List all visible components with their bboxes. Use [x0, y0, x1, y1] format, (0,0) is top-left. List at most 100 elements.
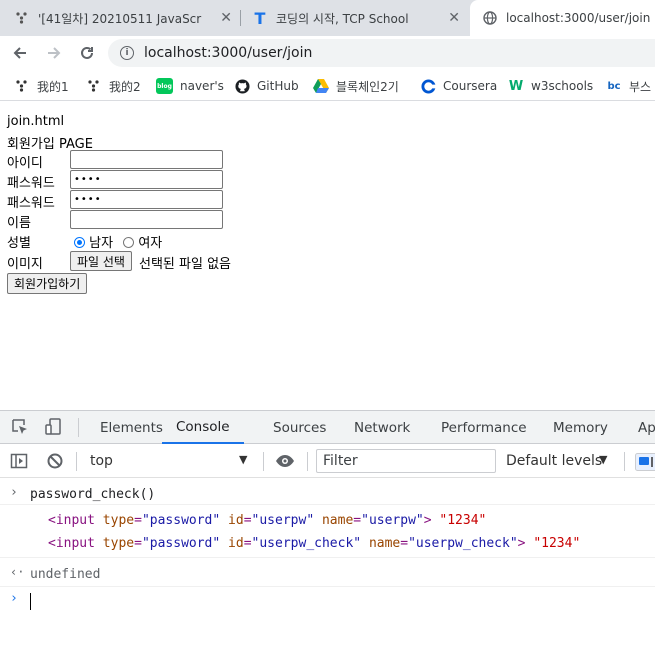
- tab-title: 코딩의 시작, TCP School: [276, 11, 409, 26]
- levels-dropdown-icon[interactable]: ▼: [599, 453, 607, 466]
- browser-tab-tcpschool[interactable]: T 코딩의 시작, TCP School ✕: [252, 0, 468, 36]
- devtools-tab-network[interactable]: Network: [354, 411, 410, 444]
- context-selector[interactable]: top: [90, 453, 113, 469]
- github-icon: [234, 78, 250, 94]
- clear-console-icon[interactable]: [45, 451, 65, 471]
- female-label: 여자: [138, 236, 163, 251]
- join-submit-button[interactable]: 회원가입하기: [7, 273, 88, 294]
- id-label: 아이디: [7, 156, 43, 171]
- w3schools-icon: W: [508, 78, 524, 94]
- bookmark-item[interactable]: 블록체인2기: [313, 76, 399, 96]
- console-filter-input[interactable]: Filter: [316, 449, 496, 473]
- issues-badge-icon[interactable]: [634, 452, 655, 472]
- devtools-tab-bar: Elements Console Sources Network Perform…: [0, 411, 655, 444]
- site-info-icon[interactable]: i: [120, 46, 134, 60]
- bookmark-label: Coursera: [443, 79, 498, 93]
- console-command: password_check(): [30, 487, 156, 502]
- back-arrow-icon[interactable]: [8, 41, 32, 65]
- userpw-check-input[interactable]: ••••: [70, 190, 223, 209]
- globe-icon: [482, 10, 498, 26]
- browser-toolbar: i localhost:3000/user/join: [0, 36, 655, 70]
- console-result: undefined: [30, 567, 101, 582]
- bookmarks-bar: 我的1 我的2 blog naver's GitHub 블록체인2기 Cours…: [0, 70, 655, 101]
- dots-icon: [86, 78, 102, 94]
- password-label: 패스워드: [7, 176, 55, 191]
- close-tab-icon[interactable]: ✕: [448, 10, 460, 26]
- coursera-icon: [420, 78, 436, 94]
- username-input[interactable]: [70, 210, 223, 229]
- naver-blog-icon: blog: [156, 78, 173, 94]
- forward-arrow-icon[interactable]: [42, 41, 66, 65]
- inspect-element-icon[interactable]: [10, 417, 30, 437]
- male-radio[interactable]: [74, 237, 85, 248]
- dots-icon: [14, 78, 30, 94]
- log-levels-dropdown[interactable]: Default levels: [506, 453, 602, 469]
- bookmark-item[interactable]: blog naver's: [156, 76, 224, 96]
- address-bar[interactable]: i localhost:3000/user/join: [108, 39, 655, 67]
- url-text: localhost:3000/user/join: [144, 45, 313, 61]
- chevron-right-icon: ›: [10, 485, 18, 500]
- bookmark-item[interactable]: Coursera: [420, 76, 497, 96]
- console-result-line: ‹· undefined: [0, 565, 655, 587]
- console-input-line: › password_check(): [0, 485, 655, 505]
- close-tab-icon[interactable]: ✕: [220, 10, 232, 26]
- gender-radio-group: 남자 여자: [74, 232, 162, 251]
- tab-title: localhost:3000/user/join: [506, 11, 651, 25]
- console-toolbar: top ▼ Filter Default levels ▼: [0, 445, 655, 478]
- bookmark-label: 부스: [629, 79, 652, 94]
- devtools-panel: Elements Console Sources Network Perform…: [0, 410, 655, 649]
- divider: [76, 452, 77, 471]
- userpw-input[interactable]: ••••: [70, 170, 223, 189]
- console-value: "1234": [439, 513, 487, 528]
- console-value: "1234": [533, 536, 581, 551]
- text-cursor: [30, 593, 31, 610]
- file-status-text: 선택된 파일 없음: [139, 257, 231, 272]
- reload-icon[interactable]: [75, 41, 99, 65]
- divider: [263, 452, 264, 471]
- google-drive-icon: [313, 78, 329, 94]
- male-label: 남자: [89, 236, 114, 251]
- return-arrow-icon: ‹·: [10, 565, 25, 579]
- divider: [78, 418, 79, 437]
- file-label: join.html: [7, 114, 65, 129]
- dots-favicon-icon: [14, 10, 30, 26]
- password-check-label: 패스워드: [7, 196, 55, 211]
- prompt-chevron-icon: ›: [10, 591, 18, 606]
- gender-label: 성별: [7, 236, 31, 251]
- bookmark-item[interactable]: GitHub: [234, 76, 299, 96]
- divider: [624, 452, 625, 471]
- bookmark-item[interactable]: bc 부스: [606, 76, 651, 96]
- devtools-tab-console[interactable]: Console: [162, 411, 244, 444]
- bookmark-item[interactable]: W w3schools: [508, 76, 593, 96]
- bookmark-item[interactable]: 我的2: [86, 76, 141, 96]
- bookmark-label: w3schools: [531, 79, 594, 93]
- context-dropdown-icon[interactable]: ▼: [239, 453, 247, 466]
- file-select-button[interactable]: 파일 선택: [70, 251, 132, 271]
- bookmark-label: 블록체인2기: [336, 79, 399, 94]
- name-label: 이름: [7, 216, 31, 231]
- devtools-tab-sources[interactable]: Sources: [273, 411, 326, 444]
- tab-strip: '[41일차] 20210511 JavaScript ✕ T 코딩의 시작, …: [0, 0, 655, 36]
- page-content: join.html 회원가입 PAGE 아이디 패스워드 •••• 패스워드 •…: [0, 102, 655, 410]
- devtools-tab-application[interactable]: Ap: [638, 411, 655, 444]
- device-toolbar-icon[interactable]: [43, 417, 63, 437]
- browser-tab-javascript[interactable]: '[41일차] 20210511 JavaScript ✕: [14, 0, 240, 36]
- bookmark-label: 我的1: [37, 79, 69, 94]
- devtools-tab-memory[interactable]: Memory: [553, 411, 608, 444]
- bookmark-label: naver's: [180, 79, 224, 93]
- browser-tab-localhost[interactable]: localhost:3000/user/join: [470, 0, 655, 36]
- bookmark-label: 我的2: [109, 79, 141, 94]
- tab-divider: [240, 10, 241, 26]
- devtools-tab-performance[interactable]: Performance: [441, 411, 527, 444]
- live-expression-eye-icon[interactable]: [275, 451, 295, 471]
- console-log-element-line[interactable]: <input type="password" id="userpw_check"…: [0, 536, 655, 558]
- boostcourse-icon: bc: [607, 80, 621, 92]
- show-sidebar-icon[interactable]: [9, 451, 29, 471]
- devtools-tab-elements[interactable]: Elements: [100, 411, 163, 444]
- female-radio[interactable]: [123, 237, 135, 248]
- userid-input[interactable]: [70, 150, 223, 169]
- console-prompt-line[interactable]: ›: [0, 591, 655, 613]
- bookmark-item[interactable]: 我的1: [14, 76, 69, 96]
- bookmark-label: GitHub: [257, 79, 299, 93]
- tcpschool-favicon-icon: T: [254, 8, 266, 28]
